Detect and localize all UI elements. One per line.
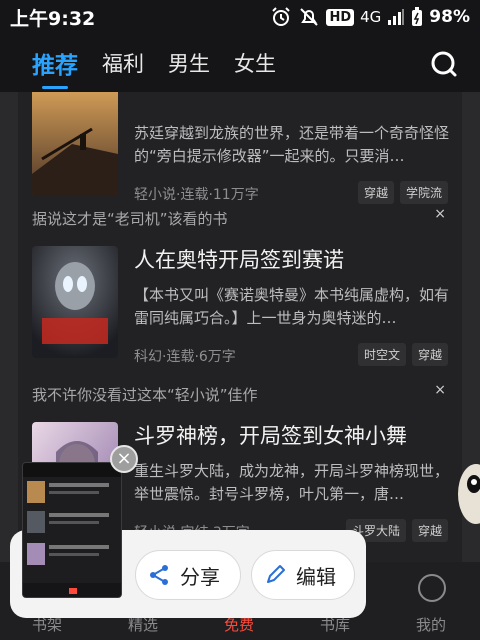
book-card-2[interactable]: 人在奥特开局签到赛诺 【本书又叫《赛诺奥特曼》本书纯属虚构，如有雷同纯属巧合。】… [32,246,450,366]
mute-bell-icon [300,8,319,26]
edit-button[interactable]: 编辑 [251,550,355,600]
pencil-icon [267,565,285,583]
tab-recommend[interactable]: 推荐 [32,46,78,89]
edit-label: 编辑 [296,564,336,589]
book-title-2: 人在奥特开局签到赛诺 [134,248,344,272]
hd-badge: HD [326,8,355,26]
tab-female[interactable]: 女生 [234,48,276,78]
signal-icon [388,9,405,25]
book-cover-1 [32,92,118,196]
battery-percent: 98% [429,7,470,27]
book-tag[interactable]: 学院流 [399,181,448,204]
book-desc-1: 苏廷穿越到龙族的世界，还是带着一个奇奇怪怪的“旁白提示修改器”一起来的。只要消… [134,124,450,165]
app-screen: 上午9:32 HD 4G 98% 推荐 福利 男生 女生 苏廷穿越到龙族的世界，… [0,0,480,640]
share-button[interactable]: 分享 [135,550,241,600]
search-icon[interactable] [430,50,458,78]
book-desc-2: 【本书又叫《赛诺奥特曼》本书纯属虚构，如有雷同纯属巧合。】上一世身为奥特迷的… [134,286,450,327]
status-time: 上午9:32 [10,7,96,30]
mascot-icon[interactable] [456,458,480,528]
section-heading: 我不许你没看过这本“轻小说”佳作 [32,386,258,404]
book-tag[interactable]: 时空文 [357,343,406,366]
book-title-3: 斗罗神榜，开局签到女神小舞 [134,424,407,448]
close-icon[interactable]: × [434,206,446,222]
book-desc-3: 重生斗罗大陆，成为龙神，开局斗罗神榜现世，举世震惊。封号斗罗榜，叶凡第一，唐… [134,462,450,503]
category-tabs: 推荐 福利 男生 女生 [0,34,480,92]
alarm-icon [272,7,291,26]
book-meta-2: 科幻·连载·6万字 [134,349,236,365]
book-tag[interactable]: 穿越 [411,519,448,542]
share-icon [150,565,168,585]
book-cover-2 [32,246,118,358]
share-label: 分享 [180,564,220,589]
book-card-1[interactable]: 苏廷穿越到龙族的世界，还是带着一个奇奇怪怪的“旁白提示修改器”一起来的。只要消…… [32,92,450,204]
profile-icon[interactable] [418,574,446,602]
close-icon[interactable]: × [434,382,446,398]
battery-icon [412,7,423,26]
tab-male[interactable]: 男生 [168,48,210,78]
status-bar: 上午9:32 HD 4G 98% [0,0,480,34]
tab-welfare[interactable]: 福利 [102,48,144,78]
close-thumbnail-button[interactable]: × [110,445,138,473]
network-label: 4G [360,8,382,26]
book-meta-1: 轻小说·连载·11万字 [134,187,259,203]
book-tag[interactable]: 穿越 [357,181,394,204]
nav-me[interactable]: 我的 [416,614,446,635]
book-tag[interactable]: 穿越 [411,343,448,366]
screenshot-thumbnail[interactable] [22,462,122,598]
section-heading: 据说这才是“老司机”该看的书 [32,210,228,228]
